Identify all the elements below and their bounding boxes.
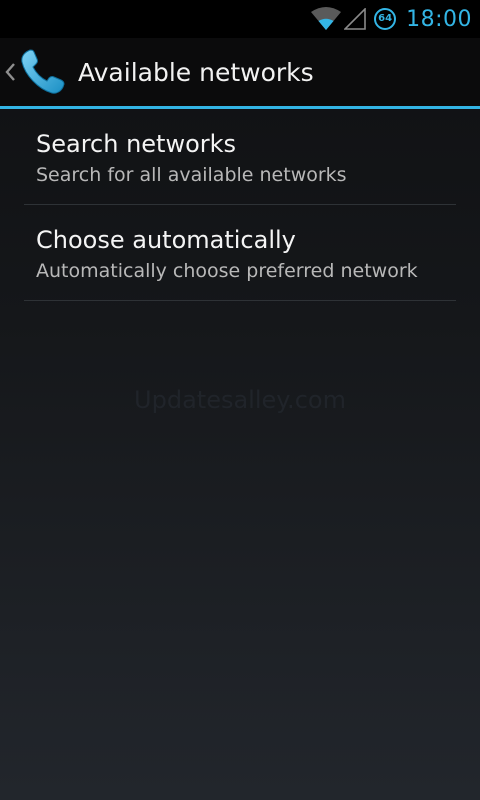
up-button[interactable]	[0, 38, 74, 106]
signal-icon	[344, 8, 366, 30]
list-item-summary: Automatically choose preferred network	[36, 260, 418, 282]
chevron-left-icon	[5, 63, 15, 81]
action-bar: Available networks	[0, 38, 480, 109]
battery-icon: 64	[374, 8, 397, 30]
watermark: Updatesalley.com	[134, 386, 346, 414]
list-item-title: Search networks	[36, 130, 237, 158]
list-item-title: Choose automatically	[36, 226, 296, 254]
page-title: Available networks	[78, 57, 314, 87]
clock: 18:00	[406, 6, 472, 32]
search-networks-item[interactable]: Search networks Search for all available…	[24, 109, 456, 205]
status-icons: 64 18:00	[310, 0, 480, 38]
choose-automatically-item[interactable]: Choose automatically Automatically choos…	[24, 205, 456, 301]
list-item-summary: Search for all available networks	[36, 164, 347, 186]
screen: 64 18:00 Available networks Search netwo…	[0, 0, 480, 800]
phone-icon	[21, 49, 65, 94]
network-options-list: Search networks Search for all available…	[24, 109, 456, 301]
wifi-icon	[311, 7, 342, 30]
battery-level: 64	[378, 13, 393, 24]
status-bar: 64 18:00	[0, 0, 480, 38]
